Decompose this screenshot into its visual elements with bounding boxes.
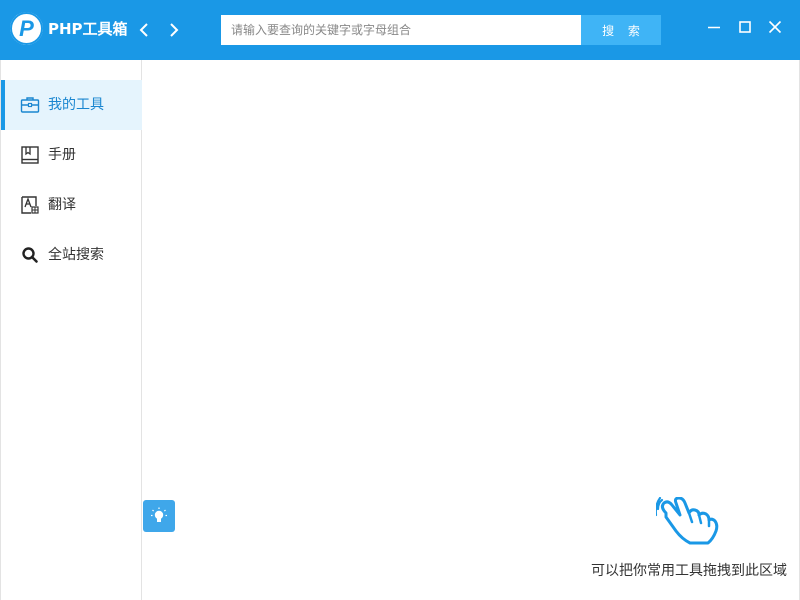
sidebar-item-label: 翻译 (48, 197, 76, 213)
back-button[interactable] (133, 18, 155, 42)
close-icon (768, 20, 782, 34)
sidebar: 我的工具 手册 翻译 全站搜索 (0, 60, 142, 600)
chevron-left-icon (139, 23, 148, 37)
app-title: PHP工具箱 (48, 20, 128, 38)
title-bar: P PHP工具箱 搜 索 (0, 0, 800, 60)
minimize-button[interactable] (703, 16, 725, 38)
close-button[interactable] (764, 16, 786, 38)
search-input[interactable] (221, 15, 581, 45)
sidebar-item-label: 手册 (48, 147, 76, 163)
minimize-icon (708, 26, 720, 29)
forward-button[interactable] (163, 18, 185, 42)
lightbulb-icon (151, 507, 167, 522)
search-bar: 搜 索 (221, 15, 661, 45)
search-icon (20, 245, 40, 265)
search-button[interactable]: 搜 索 (581, 15, 661, 45)
sidebar-item-label: 我的工具 (48, 97, 104, 113)
sidebar-item-label: 全站搜索 (48, 247, 104, 263)
svg-text:P: P (19, 16, 34, 41)
sidebar-item-my-tools[interactable]: 我的工具 (1, 80, 142, 130)
hand-pointer-icon (654, 496, 720, 547)
tip-button[interactable] (143, 500, 175, 532)
chevron-right-icon (170, 23, 179, 37)
sidebar-item-translate[interactable]: 翻译 (1, 180, 142, 230)
toolbox-icon (20, 95, 40, 115)
php-logo-icon: P (10, 12, 43, 45)
maximize-button[interactable] (734, 16, 756, 38)
sidebar-item-manual[interactable]: 手册 (1, 130, 142, 180)
translate-icon (20, 195, 40, 215)
drop-hint-text: 可以把你常用工具拖拽到此区域 (591, 563, 787, 579)
maximize-icon (739, 21, 751, 33)
sidebar-item-site-search[interactable]: 全站搜索 (1, 230, 142, 280)
book-icon (20, 145, 40, 165)
